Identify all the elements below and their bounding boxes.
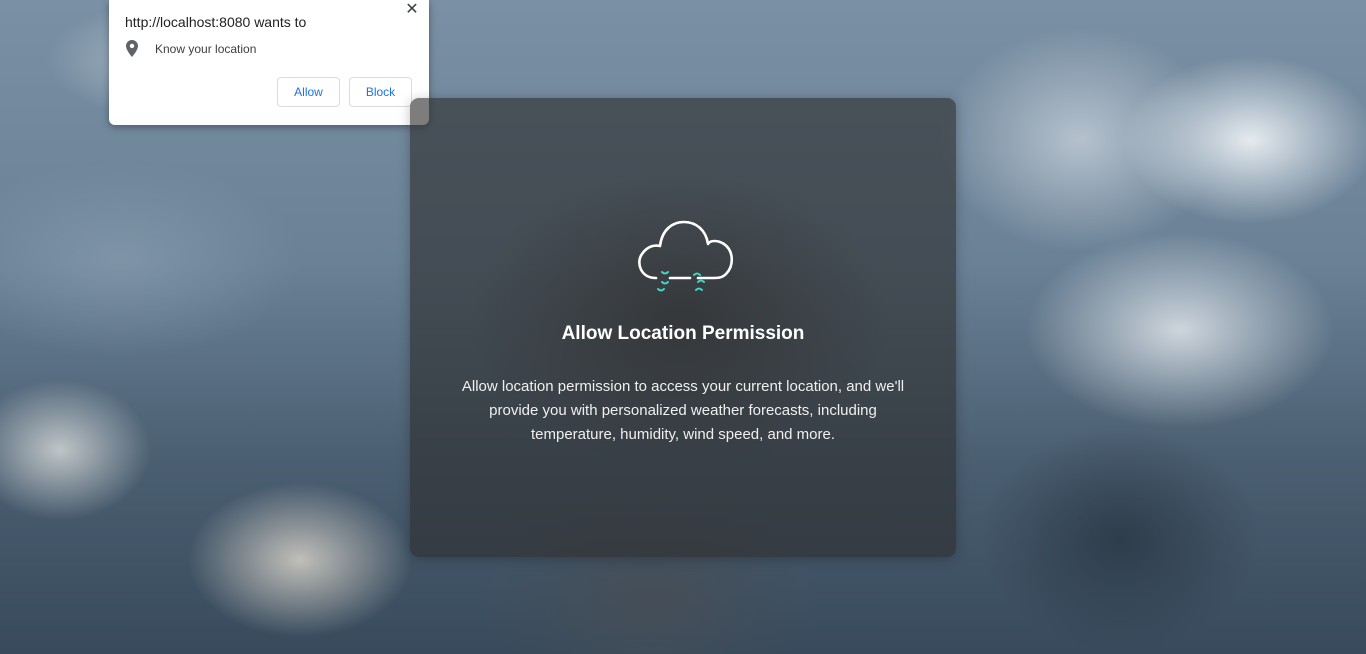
permission-request-row: Know your location bbox=[125, 40, 256, 58]
allow-button[interactable]: Allow bbox=[277, 77, 340, 107]
location-permission-prompt: http://localhost:8080 wants to ✕ Know yo… bbox=[109, 0, 429, 125]
card-description: Allow location permission to access your… bbox=[461, 378, 905, 443]
block-button[interactable]: Block bbox=[349, 77, 412, 107]
permission-card: Allow Location Permission Allow location… bbox=[410, 98, 956, 557]
permission-request-text: Know your location bbox=[155, 42, 257, 56]
cloud-rain-icon bbox=[638, 220, 734, 292]
card-title: Allow Location Permission bbox=[561, 323, 805, 344]
prompt-title: http://localhost:8080 wants to bbox=[125, 14, 307, 30]
close-icon[interactable]: ✕ bbox=[403, 1, 421, 19]
location-pin-icon bbox=[126, 40, 138, 57]
